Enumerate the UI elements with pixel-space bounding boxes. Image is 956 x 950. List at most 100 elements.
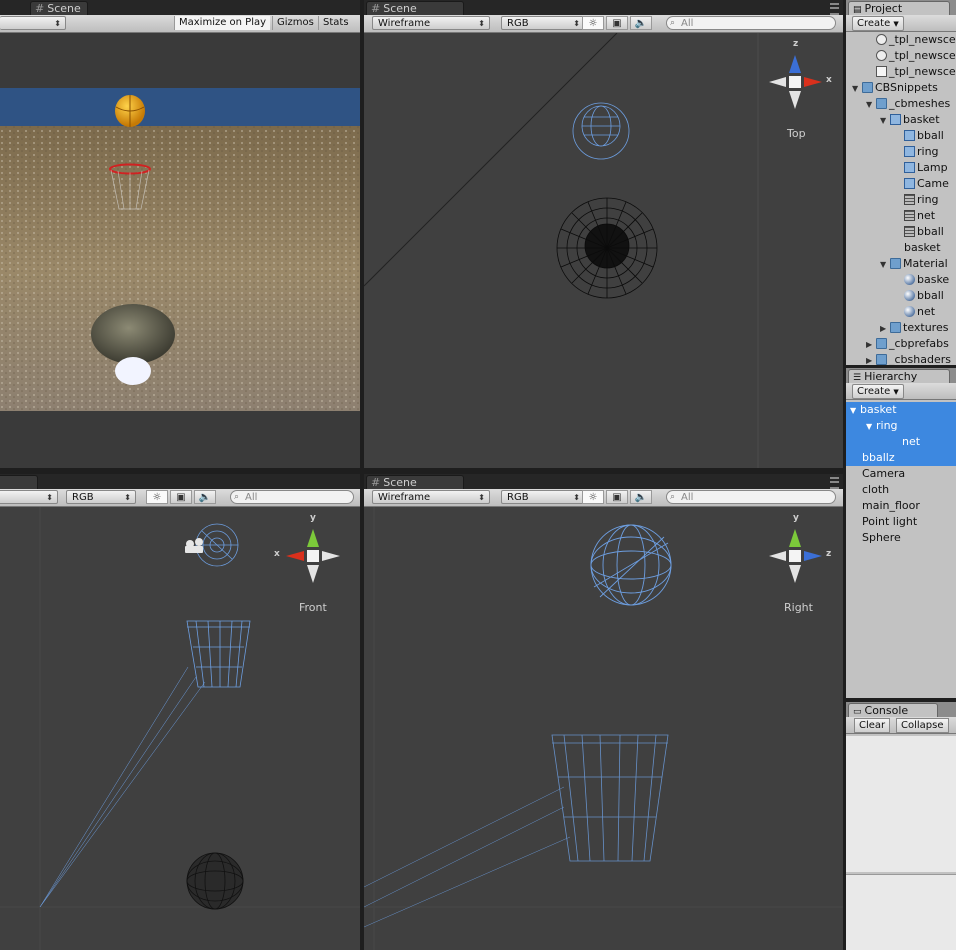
hierarchy-item[interactable]: ▼ basket (846, 402, 956, 418)
hierarchy-item-label: bballz (862, 451, 895, 464)
project-item[interactable]: net (846, 208, 956, 224)
expand-arrow-icon[interactable]: ▼ (850, 403, 860, 419)
image-effects-toggle-icon[interactable]: ▣ (170, 490, 192, 504)
folder-icon (876, 338, 887, 349)
hierarchy-item-label: basket (860, 403, 897, 416)
view-label-top[interactable]: Top (787, 127, 806, 140)
audio-toggle-icon[interactable]: 🔈 (630, 490, 652, 504)
aspect-dropdown[interactable]: ⬍ (0, 16, 66, 30)
project-item[interactable]: ▶ _cbshaders (846, 352, 956, 365)
image-effects-toggle-icon[interactable]: ▣ (606, 490, 628, 504)
search-input[interactable]: ⌕ All (666, 16, 836, 30)
hierarchy-item[interactable]: net (846, 434, 956, 450)
hierarchy-item[interactable]: ▼ ring (846, 418, 956, 434)
render-mode-dropdown[interactable]: Wireframe ⬍ (372, 16, 490, 30)
expand-arrow-icon[interactable]: ▼ (866, 419, 876, 435)
view-label-front[interactable]: Front (299, 601, 327, 614)
project-item[interactable]: baske (846, 272, 956, 288)
expand-arrow-icon[interactable]: ▼ (880, 113, 890, 129)
project-item[interactable]: bball (846, 288, 956, 304)
tab-scene-top[interactable]: # Scene (366, 1, 464, 16)
gizmos-button[interactable]: Gizmos (272, 16, 318, 30)
project-item[interactable]: basket (846, 240, 956, 256)
front-view-gizmo[interactable] (286, 529, 340, 583)
image-effects-toggle-icon[interactable]: ▣ (606, 16, 628, 30)
project-item[interactable]: _tpl_newscen (846, 32, 956, 48)
hierarchy-item[interactable]: Sphere (846, 530, 956, 546)
grid-icon (904, 226, 915, 237)
hierarchy-item[interactable]: bballz (846, 450, 956, 466)
sphere-icon (904, 306, 915, 317)
expand-arrow-icon[interactable]: ▶ (866, 337, 876, 353)
hierarchy-item[interactable]: cloth (846, 482, 956, 498)
project-item[interactable]: _tpl_newscen (846, 64, 956, 80)
channel-dropdown[interactable]: RGB ⬍ (501, 490, 585, 504)
console-collapse-button[interactable]: Collapse (896, 718, 949, 733)
scene-top-viewport[interactable]: z x Top (364, 33, 843, 468)
audio-toggle-icon[interactable]: 🔈 (194, 490, 216, 504)
tab-scene-front[interactable] (0, 475, 38, 490)
tab-project[interactable]: ▤ Project (848, 1, 950, 16)
render-mode-dropdown[interactable]: Wireframe ⬍ (372, 490, 490, 504)
project-item[interactable]: ▼ _cbmeshes (846, 96, 956, 112)
project-item[interactable]: ▶ textures (846, 320, 956, 336)
search-input[interactable]: ⌕ All (666, 490, 836, 504)
project-item[interactable]: ▶ _cbprefabs (846, 336, 956, 352)
camera-icon[interactable] (185, 538, 203, 553)
stats-button[interactable]: Stats (318, 16, 353, 30)
console-log-area[interactable] (846, 736, 956, 872)
project-item[interactable]: ring (846, 192, 956, 208)
project-item-label: baske (917, 273, 950, 286)
expand-arrow-icon[interactable]: ▼ (880, 257, 890, 273)
game-viewport[interactable] (0, 33, 360, 468)
lighting-toggle-icon[interactable]: ☼ (146, 490, 168, 504)
lighting-toggle-icon[interactable]: ☼ (582, 16, 604, 30)
lighting-toggle-icon[interactable]: ☼ (582, 490, 604, 504)
hierarchy-item-label: main_floor (862, 499, 920, 512)
hierarchy-item[interactable]: Camera (846, 466, 956, 482)
scene-right-viewport[interactable]: y z Right (364, 507, 843, 950)
project-item[interactable]: bball (846, 224, 956, 240)
panel-menu-icon[interactable] (830, 3, 839, 15)
project-item[interactable]: net (846, 304, 956, 320)
tab-console[interactable]: ▭ Console (848, 703, 938, 718)
expand-arrow-icon[interactable]: ▶ (866, 353, 876, 365)
console-detail-area[interactable] (846, 874, 956, 950)
project-item[interactable]: ▼ CBSnippets (846, 80, 956, 96)
top-view-gizmo[interactable] (769, 55, 822, 109)
channel-dropdown[interactable]: RGB ⬍ (66, 490, 136, 504)
tab-hierarchy[interactable]: ☰ Hierarchy (848, 369, 950, 384)
channel-dropdown[interactable]: RGB ⬍ (501, 16, 585, 30)
maximize-on-play-button[interactable]: Maximize on Play (174, 16, 271, 30)
hierarchy-item[interactable]: Point light (846, 514, 956, 530)
project-item[interactable]: ▼ basket (846, 112, 956, 128)
render-mode-dropdown[interactable]: ⬍ (0, 490, 58, 504)
project-item[interactable]: _tpl_newscen (846, 48, 956, 64)
tab-scene-right[interactable]: # Scene (366, 475, 464, 490)
hierarchy-item[interactable]: main_floor (846, 498, 956, 514)
expand-arrow-icon[interactable]: ▶ (880, 321, 890, 337)
updown-arrow-icon: ⬍ (54, 19, 61, 28)
expand-arrow-icon[interactable]: ▼ (852, 81, 862, 97)
project-item[interactable]: Lamp (846, 160, 956, 176)
expand-arrow-icon[interactable]: ▼ (866, 97, 876, 113)
project-item[interactable]: ▼ Material (846, 256, 956, 272)
project-item-label: _cbshaders (889, 353, 951, 365)
project-create-button[interactable]: Create ▼ (852, 16, 904, 31)
project-item[interactable]: Came (846, 176, 956, 192)
project-item-label: bball (917, 129, 944, 142)
view-label-right[interactable]: Right (784, 601, 813, 614)
console-clear-button[interactable]: Clear (854, 718, 891, 733)
right-view-gizmo[interactable] (769, 529, 822, 583)
front-ball-top-wire (195, 523, 239, 567)
panel-menu-icon[interactable] (830, 477, 839, 489)
hierarchy-create-button[interactable]: Create ▼ (852, 384, 904, 399)
project-item[interactable]: bball (846, 128, 956, 144)
tab-game-scene[interactable]: # Scene (30, 1, 88, 16)
project-item[interactable]: ring (846, 144, 956, 160)
cube-icon (904, 130, 915, 141)
scene-front-viewport[interactable]: y x Front (0, 507, 360, 950)
search-input[interactable]: ⌕ All (230, 490, 354, 504)
folder-icon (862, 82, 873, 93)
audio-toggle-icon[interactable]: 🔈 (630, 16, 652, 30)
